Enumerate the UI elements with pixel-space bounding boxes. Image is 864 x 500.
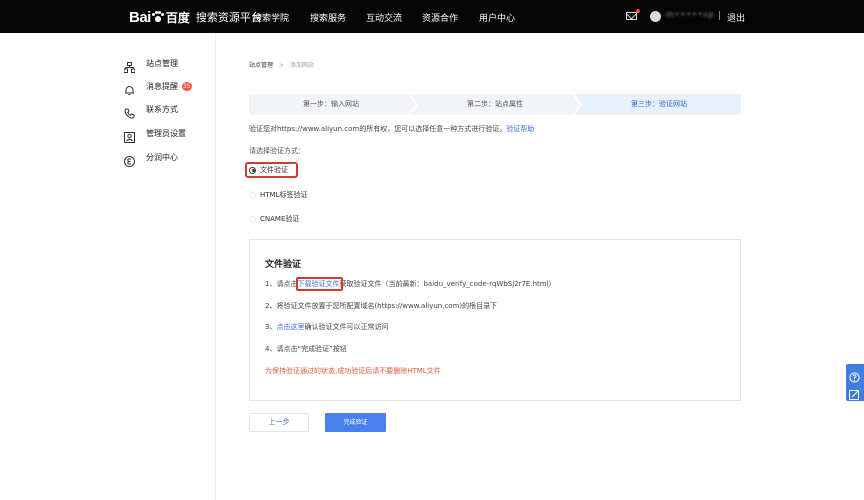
prev-step-button[interactable]: 上一步	[249, 413, 309, 432]
divider: |	[718, 11, 722, 21]
sidebar-item-label: 消息提醒	[146, 81, 178, 91]
instruction-step-2: 2、将验证文件放置于您所配置域名(https://www.aliyun.com)…	[265, 302, 498, 310]
sidebar-item-label: 站点管理	[146, 58, 178, 68]
sidebar-item-revenue-center[interactable]: 分润中心	[124, 150, 178, 167]
nav-item-cooperation[interactable]: 资源合作	[422, 11, 458, 24]
step-indicator: 第一步：输入网站 第二步：站点属性 第三步：验证网站	[249, 94, 741, 115]
avatar[interactable]	[650, 11, 661, 22]
sidebar-item-site-management[interactable]: 站点管理	[123, 56, 178, 73]
breadcrumb: 站点管理 > 添加网站	[249, 60, 314, 69]
instruction-text: 1、请点击	[265, 280, 298, 288]
sidebar-item-label: 联系方式	[146, 104, 178, 114]
mail-icon[interactable]	[626, 12, 637, 20]
phone-icon	[124, 104, 135, 119]
instruction-text: 获取验证文件（当前最新：baidu_verify_code-rqWbSj2r7E…	[339, 280, 556, 288]
notification-dot	[636, 9, 640, 13]
sidebar-item-messages[interactable]: 消息提醒 35	[124, 79, 192, 95]
breadcrumb-root[interactable]: 站点管理	[249, 62, 273, 69]
method-label: CNAME验证	[260, 215, 300, 223]
breadcrumb-current: 添加网站	[289, 62, 314, 69]
instruction-step-3: 3、点击这里确认验证文件可以正常访问	[265, 322, 388, 332]
step-1: 第一步：输入网站	[303, 100, 359, 108]
step-arrow-1	[409, 94, 418, 115]
check-access-link[interactable]: 点击这里	[276, 323, 304, 331]
bell-icon	[124, 81, 135, 95]
nav-item-community[interactable]: 互动交流	[366, 11, 402, 24]
sidebar-item-label: 管理员设置	[146, 128, 186, 138]
unread-badge: 35	[182, 81, 192, 91]
description-text: 验证您对https://www.aliyun.com的所有权，您可以选择任意一种…	[249, 125, 507, 133]
logout-link[interactable]: 退出	[727, 11, 745, 24]
highlight-box	[245, 162, 298, 178]
admin-icon	[124, 128, 135, 143]
sitemap-icon	[123, 58, 136, 73]
radio-button[interactable]	[249, 215, 256, 223]
coin-icon	[124, 152, 135, 167]
verification-description: 验证您对https://www.aliyun.com的所有权，您可以选择任意一种…	[249, 124, 534, 134]
warning-text: 为保持验证通过的状态,成功验证后请不要删除HTML文件	[265, 367, 441, 375]
highlight-box	[296, 277, 343, 291]
choose-method-label: 请选择验证方式：	[249, 147, 305, 155]
panel-title: 文件验证	[265, 260, 302, 270]
instruction-text: 确认验证文件可以正常访问	[304, 323, 389, 331]
complete-verification-button[interactable]: 完成验证	[325, 413, 386, 432]
nav-item-user-center[interactable]: 用户中心	[479, 11, 515, 24]
step-3: 第三步：验证网站	[577, 94, 741, 115]
feedback-icon[interactable]	[849, 385, 860, 400]
floating-toolbar	[846, 364, 864, 401]
method-html-tag[interactable]: HTML标签验证	[249, 188, 307, 202]
help-icon[interactable]	[849, 368, 860, 383]
instruction-text: 3、	[265, 323, 277, 331]
nav-item-academy[interactable]: 搜索学院	[253, 11, 289, 24]
username[interactable]: m•••••sp	[666, 10, 715, 19]
radio-button[interactable]	[249, 191, 256, 199]
sidebar-item-admin-settings[interactable]: 管理员设置	[124, 126, 186, 143]
top-navbar: Bai 百度 搜索资源平台 搜索学院 搜索服务 互动交流 资源合作 用户中心 m…	[0, 0, 864, 33]
instruction-step-4: 4、请点击“完成验证”按钮	[265, 345, 347, 353]
breadcrumb-arrow: >	[278, 62, 284, 69]
nav-item-services[interactable]: 搜索服务	[310, 11, 346, 24]
sidebar	[0, 33, 216, 500]
file-verification-panel	[249, 239, 741, 401]
sidebar-item-label: 分润中心	[146, 152, 178, 162]
step-arrow-2	[573, 94, 582, 115]
step-2: 第二步：站点属性	[467, 100, 523, 108]
method-cname[interactable]: CNAME验证	[249, 212, 299, 226]
sidebar-item-contact[interactable]: 联系方式	[124, 102, 178, 119]
help-link[interactable]: 验证帮助	[506, 125, 534, 133]
method-label: HTML标签验证	[260, 191, 308, 199]
